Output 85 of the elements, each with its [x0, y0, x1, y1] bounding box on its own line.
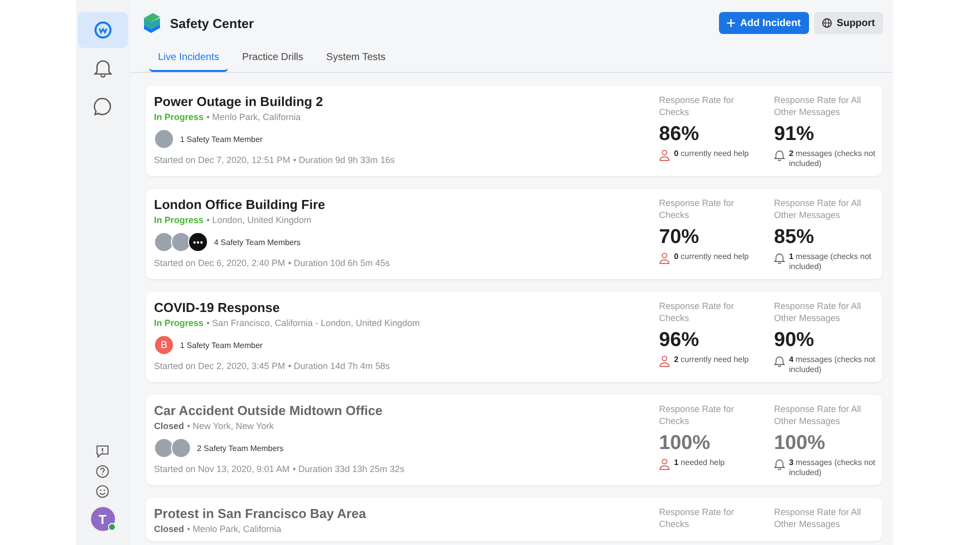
incident-status: Closed	[154, 421, 184, 431]
members-count: 1 Safety Team Member	[180, 134, 263, 144]
rate-note: 2 currently need help	[674, 355, 750, 365]
rate-value: 100%	[774, 432, 826, 454]
rate-note: 2 messages (checks not included)	[789, 149, 876, 169]
person-icon	[659, 252, 670, 264]
rate-note: 1 message (checks not included)	[789, 252, 872, 272]
rate-label: Response Rate for All Other Messages	[774, 506, 862, 530]
rate-value: 96%	[659, 329, 700, 351]
duration-text: • Duration 9d 9h 33m 16s	[293, 155, 395, 165]
duration-text: • Duration 14d 7h 4m 58s	[288, 361, 390, 371]
location-text: • New York, New York	[187, 421, 274, 431]
rate-label: Response Rate for All Other Messages	[774, 94, 862, 118]
incident-title[interactable]: Protest in San Francisco Bay Area	[154, 506, 366, 522]
chat-bubble-icon	[93, 96, 112, 116]
app-title: Safety Center	[170, 16, 255, 30]
start-time: Started on Dec 2, 2020, 3:45 PM	[154, 361, 286, 371]
rate-note: 3 messages (checks not included)	[789, 458, 876, 478]
start-time: Started on Dec 6, 2020, 2:40 PM	[154, 258, 286, 268]
rate-value: 100%	[659, 432, 710, 454]
members-count: 2 Safety Team Members	[197, 444, 284, 452]
incident-title[interactable]: Power Outage in Building 2	[154, 94, 324, 110]
plus-icon	[727, 19, 736, 27]
bell-icon	[774, 149, 785, 161]
rate-note: 1 needed help	[674, 458, 726, 468]
incident-status: In Progress	[154, 318, 204, 328]
logo-icon	[142, 12, 162, 34]
location-text: • London, United Kingdom	[206, 215, 312, 225]
workplace-logo-icon	[94, 21, 112, 39]
tab[interactable]: Live Incidents	[149, 46, 228, 72]
avatar-photo-placeholder	[154, 438, 174, 458]
person-icon	[659, 149, 670, 161]
rate-label: Response Rate for Checks	[659, 300, 736, 324]
rate-label: Response Rate for Checks	[659, 94, 736, 118]
tab[interactable]: System Tests	[317, 46, 395, 72]
rail-item[interactable]	[78, 12, 128, 48]
rate-label: Response Rate for Checks	[659, 506, 736, 530]
location-text: • Menlo Park, California	[187, 524, 282, 534]
avatar-photo-placeholder	[154, 129, 174, 149]
person-icon	[659, 355, 670, 367]
rate-label: Response Rate for Checks	[659, 403, 736, 427]
add-button[interactable]: Add Incident	[719, 12, 809, 34]
avatar-photo-placeholder	[154, 232, 174, 252]
start-time: Started on Nov 13, 2020, 9:01 AM	[154, 464, 290, 474]
members-count: 4 Safety Team Members	[214, 238, 301, 246]
rate-note: 0 currently need help	[674, 252, 750, 262]
rate-label: Response Rate for Checks	[659, 197, 736, 221]
rate-label: Response Rate for All Other Messages	[774, 197, 862, 221]
incident-title[interactable]: Car Accident Outside Midtown Office	[154, 403, 382, 419]
bell-icon	[774, 252, 785, 264]
members-count: 1 Safety Team Member	[180, 340, 263, 350]
rate-value: 90%	[774, 329, 814, 351]
rate-note: 0 currently need help	[674, 149, 750, 159]
start-time: Started on Dec 7, 2020, 12:51 PM	[154, 155, 290, 165]
incident-status: Closed	[154, 524, 184, 534]
help-icon[interactable]	[96, 465, 109, 478]
incident-title[interactable]: COVID-19 Response	[154, 300, 280, 316]
avatar-photo-placeholder	[171, 232, 191, 252]
rate-value: 86%	[659, 123, 700, 145]
more-members-icon	[188, 232, 208, 252]
bell-icon	[94, 58, 112, 78]
location-text: • San Francisco, California - London, United Kingdom	[206, 318, 420, 328]
avatar-photo-placeholder	[171, 438, 191, 458]
feedback-icon[interactable]	[96, 445, 109, 458]
location-text: • Menlo Park, California	[206, 112, 301, 122]
rate-label: Response Rate for All Other Messages	[774, 300, 862, 324]
duration-text: • Duration 33d 13h 25m 32s	[292, 464, 404, 474]
bell-icon	[774, 355, 785, 367]
incident-status: In Progress	[154, 215, 204, 225]
person-icon	[659, 458, 670, 470]
rate-value: 70%	[659, 226, 700, 248]
rate-note: 4 messages (checks not included)	[789, 355, 876, 375]
letter-avatar: B	[154, 335, 174, 355]
tab[interactable]: Practice Drills	[233, 46, 312, 72]
duration-text: • Duration 10d 6h 5m 45s	[288, 258, 390, 268]
rate-value: 85%	[774, 226, 814, 248]
profile-avatar[interactable]: T	[90, 507, 114, 531]
incident-title[interactable]: London Office Building Fire	[154, 197, 326, 213]
support-button[interactable]: Support	[814, 12, 883, 34]
globe-icon	[822, 18, 832, 28]
bell-icon	[774, 458, 785, 470]
smiley-icon[interactable]	[96, 485, 109, 498]
incident-status: In Progress	[154, 112, 204, 122]
rate-label: Response Rate for All Other Messages	[774, 403, 862, 427]
rate-value: 91%	[774, 123, 814, 145]
